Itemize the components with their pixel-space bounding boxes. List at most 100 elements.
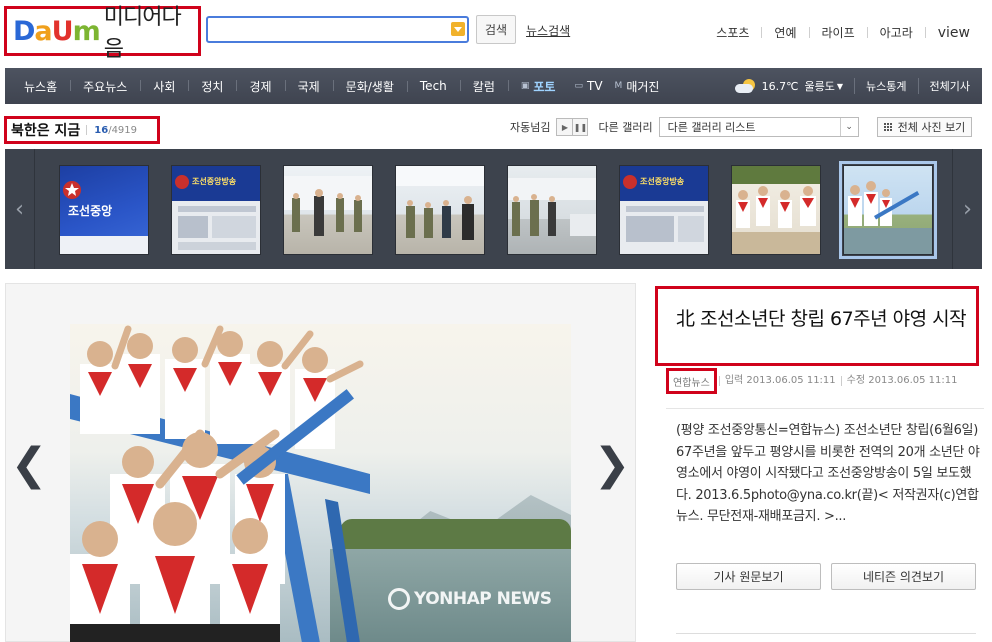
nav-tech[interactable]: Tech xyxy=(406,79,460,93)
nav-top-news[interactable]: 주요뉴스 xyxy=(70,78,140,95)
top-link-life[interactable]: 라이프 xyxy=(810,24,867,41)
pause-icon[interactable]: ❚❚ xyxy=(572,119,588,135)
magazine-icon: M xyxy=(614,81,623,91)
autoplay-label: 자동넘김 xyxy=(510,121,551,134)
thumbnail-image xyxy=(284,176,372,236)
search-dropdown-icon[interactable] xyxy=(451,22,465,36)
photo-counter-total: /4919 xyxy=(108,124,138,136)
thumbnail-strip: ‹ 조선중앙 조선중앙방송 조선중앙방송 › xyxy=(5,149,982,269)
nav-items: 뉴스홈 주요뉴스 사회 정치 경제 국제 문화/생활 Tech 칼럼 ▣ 포토 … xyxy=(5,68,665,104)
thumbnail-image xyxy=(508,178,596,236)
weather-region-select[interactable]: 울릉도 ▼ xyxy=(805,78,844,94)
nav-society[interactable]: 사회 xyxy=(140,78,188,95)
header: DaUm 미디어다음 검색 뉴스검색 스포츠 연예 라이프 아고라 view xyxy=(0,0,992,66)
thumbnail-1[interactable]: 조선중앙 xyxy=(59,165,149,255)
weather-region: 울릉도 xyxy=(804,80,835,93)
photo-prev-button[interactable]: ❮ xyxy=(11,434,48,494)
weather-temp: 16.7℃ xyxy=(761,79,799,93)
nav-all-articles[interactable]: 전체기사 xyxy=(917,78,970,94)
all-photos-label: 전체 사진 보기 xyxy=(897,121,966,134)
play-icon[interactable]: ▶ xyxy=(557,119,573,135)
article-input-time: 입력 2013.06.05 11:11 xyxy=(718,376,841,386)
article-buttons: 기사 원문보기 네티즌 의견보기 xyxy=(676,563,976,590)
chevron-right-icon: ❯ xyxy=(593,438,631,490)
search-input[interactable] xyxy=(208,18,467,41)
nav-news-home[interactable]: 뉴스홈 xyxy=(11,78,70,95)
nav-tv-label: TV xyxy=(587,79,603,93)
thumbnail-4[interactable] xyxy=(395,165,485,255)
logo-text: 미디어다음 xyxy=(103,5,182,62)
view-original-button[interactable]: 기사 원문보기 xyxy=(676,563,821,590)
top-link-view[interactable]: view xyxy=(926,25,970,41)
strip-prev-button[interactable]: ‹ xyxy=(5,149,35,269)
photo-counter-current: 16 xyxy=(94,124,109,136)
camera-icon: ▣ xyxy=(520,81,530,91)
thumbnail-3[interactable] xyxy=(283,165,373,255)
autoplay-control: ▶ ❚❚ xyxy=(556,118,589,136)
tv-icon: ▭ xyxy=(574,81,583,91)
article-title: 北 조선소년단 창립 67주년 야영 시작 xyxy=(655,286,979,366)
nav-news-stats[interactable]: 뉴스통계 xyxy=(854,78,907,94)
watermark-text: YONHAP NEWS xyxy=(414,589,552,609)
chevron-down-icon: ⌄ xyxy=(839,118,858,136)
chevron-right-icon: › xyxy=(963,196,972,222)
chevron-left-icon: ‹ xyxy=(15,196,24,222)
top-links: 스포츠 연예 라이프 아고라 view xyxy=(704,24,970,41)
divider xyxy=(86,125,88,135)
partly-cloudy-icon xyxy=(734,79,757,93)
thumbnail-8-selected[interactable] xyxy=(839,161,937,259)
view-comments-button[interactable]: 네티즌 의견보기 xyxy=(831,563,976,590)
divider xyxy=(676,633,976,634)
photo-counter: 16/4919 xyxy=(94,125,137,136)
strip-next-button[interactable]: › xyxy=(952,149,982,269)
top-link-entertainment[interactable]: 연예 xyxy=(762,24,808,41)
grid-icon xyxy=(883,122,894,132)
nav-culture[interactable]: 문화/생활 xyxy=(332,78,407,95)
photo-crowd xyxy=(70,325,370,642)
gallery-title-text: 북한은 지금 xyxy=(11,123,81,139)
nav-column[interactable]: 칼럼 xyxy=(459,78,508,95)
other-gallery-select[interactable]: 다른 갤러리 리스트 ⌄ xyxy=(658,117,859,137)
gallery-toolbar: 자동넘김 ▶ ❚❚ 다른 갤러리 다른 갤러리 리스트 ⌄ 전체 사진 보기 xyxy=(510,116,973,138)
all-photos-button[interactable]: 전체 사진 보기 xyxy=(876,117,973,137)
thumbnail-7[interactable] xyxy=(731,165,821,255)
thumbnail-2[interactable]: 조선중앙방송 xyxy=(171,165,261,255)
photo-next-button[interactable]: ❯ xyxy=(594,434,631,494)
daum-logo[interactable]: DaUm 미디어다음 xyxy=(4,5,201,62)
article-panel: 北 조선소년단 창립 67주년 야영 시작 연합뉴스 입력 2013.06.05… xyxy=(652,283,992,642)
nav-tv[interactable]: ▭ TV xyxy=(568,79,608,93)
thumbnail-5[interactable] xyxy=(507,165,597,255)
article-meta: 연합뉴스 입력 2013.06.05 11:11 수정 2013.06.05 1… xyxy=(666,368,963,394)
thumbnail-caption: 조선중앙방송 xyxy=(192,177,237,186)
nav-photo-label: 포토 xyxy=(533,79,556,94)
news-search-link[interactable]: 뉴스검색 xyxy=(526,22,570,39)
other-gallery-label: 다른 갤러리 xyxy=(598,121,653,134)
nav-right: 16.7℃ 울릉도 ▼ 뉴스통계 전체기사 xyxy=(734,68,982,104)
other-gallery-select-value: 다른 갤러리 리스트 xyxy=(667,121,756,134)
nav-international[interactable]: 국제 xyxy=(284,78,333,95)
search-button[interactable]: 검색 xyxy=(476,15,516,44)
yonhap-logo-icon xyxy=(388,588,410,610)
main-nav: 뉴스홈 주요뉴스 사회 정치 경제 국제 문화/생활 Tech 칼럼 ▣ 포토 … xyxy=(5,68,982,104)
thumbnail-6[interactable]: 조선중앙방송 xyxy=(619,165,709,255)
top-link-agora[interactable]: 아고라 xyxy=(868,24,925,41)
thumbnail-image xyxy=(732,166,820,254)
photo-trees xyxy=(340,519,571,551)
article-source[interactable]: 연합뉴스 xyxy=(666,368,717,394)
caret-down-icon: ▼ xyxy=(836,81,844,91)
chevron-left-icon: ❮ xyxy=(10,438,48,490)
nav-magazine[interactable]: M 매거진 xyxy=(609,78,666,95)
nav-economy[interactable]: 경제 xyxy=(236,78,284,95)
gallery-title: 북한은 지금 16/4919 xyxy=(4,116,160,144)
thumbnail-image xyxy=(396,166,484,240)
logo-mark: DaUm xyxy=(13,15,101,47)
nav-politics[interactable]: 정치 xyxy=(188,78,236,95)
photo-viewer: ❮ YONHAP NEWS ❯ xyxy=(5,283,636,642)
nav-photo[interactable]: ▣ 포토 xyxy=(507,78,569,95)
top-link-sports[interactable]: 스포츠 xyxy=(704,24,761,41)
thumbnail-caption: 조선중앙 xyxy=(68,204,113,218)
divider xyxy=(666,408,984,409)
search-box xyxy=(206,16,469,43)
thumbnail-image xyxy=(844,181,932,254)
yonhap-watermark: YONHAP NEWS xyxy=(388,588,552,610)
